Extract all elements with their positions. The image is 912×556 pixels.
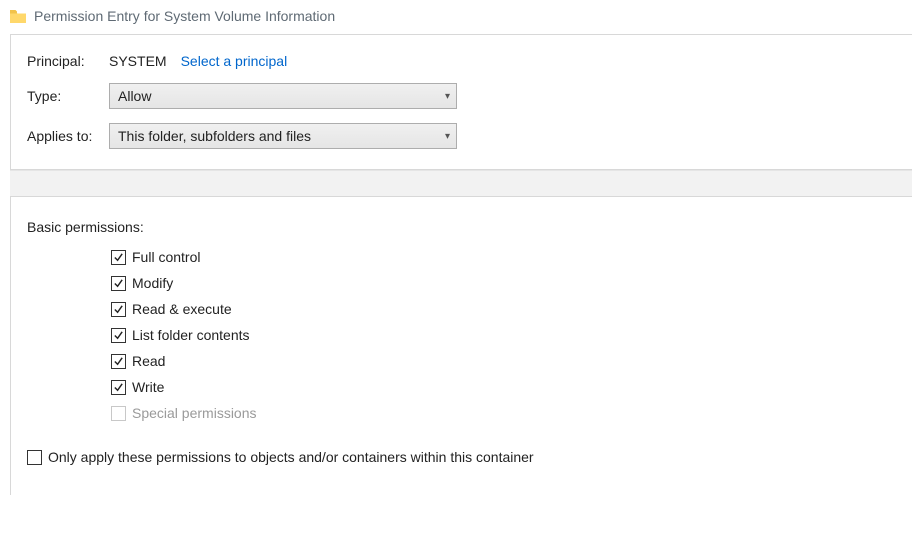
chevron-down-icon: ▾ <box>445 91 450 102</box>
permission-label: Read & execute <box>132 301 232 317</box>
basic-permissions-heading: Basic permissions: <box>27 219 896 235</box>
permissions-panel: Basic permissions: Full control Modify Rea… <box>10 196 912 495</box>
type-dropdown[interactable]: Allow ▾ <box>109 83 457 109</box>
only-apply-row: Only apply these permissions to objects … <box>27 449 896 465</box>
permission-label: Full control <box>132 249 200 265</box>
permission-item: Read <box>111 353 896 369</box>
applies-to-value: This folder, subfolders and files <box>118 128 311 144</box>
window-title: Permission Entry for System Volume Infor… <box>34 8 335 24</box>
permission-item: Special permissions <box>111 405 896 421</box>
titlebar: Permission Entry for System Volume Infor… <box>0 0 912 30</box>
permission-checkbox[interactable] <box>111 328 126 343</box>
select-principal-link[interactable]: Select a principal <box>181 53 288 69</box>
principal-panel: Principal: SYSTEM Select a principal Typ… <box>10 34 912 170</box>
only-apply-label: Only apply these permissions to objects … <box>48 449 534 465</box>
permission-checkbox[interactable] <box>111 250 126 265</box>
applies-to-dropdown[interactable]: This folder, subfolders and files ▾ <box>109 123 457 149</box>
panel-gap <box>10 170 912 196</box>
permission-item: Modify <box>111 275 896 291</box>
type-label: Type: <box>27 88 109 104</box>
permission-checkbox[interactable] <box>111 302 126 317</box>
permission-item: List folder contents <box>111 327 896 343</box>
permission-label: Write <box>132 379 164 395</box>
only-apply-checkbox[interactable] <box>27 450 42 465</box>
permission-checkbox[interactable] <box>111 380 126 395</box>
type-row: Type: Allow ▾ <box>27 83 896 109</box>
permission-label: Special permissions <box>132 405 257 421</box>
permission-checkbox[interactable] <box>111 276 126 291</box>
chevron-down-icon: ▾ <box>445 131 450 142</box>
permission-label: Read <box>132 353 165 369</box>
applies-to-row: Applies to: This folder, subfolders and … <box>27 123 896 149</box>
permission-item: Full control <box>111 249 896 265</box>
principal-row: Principal: SYSTEM Select a principal <box>27 53 896 69</box>
principal-value: SYSTEM <box>109 53 167 69</box>
applies-to-label: Applies to: <box>27 128 109 144</box>
folder-icon <box>10 10 26 23</box>
type-value: Allow <box>118 88 151 104</box>
permission-label: Modify <box>132 275 173 291</box>
permissions-list: Full control Modify Read & execute List fol… <box>111 249 896 421</box>
permission-item: Write <box>111 379 896 395</box>
permission-checkbox[interactable] <box>111 354 126 369</box>
principal-label: Principal: <box>27 53 109 69</box>
permission-label: List folder contents <box>132 327 250 343</box>
permission-item: Read & execute <box>111 301 896 317</box>
permission-checkbox <box>111 406 126 421</box>
